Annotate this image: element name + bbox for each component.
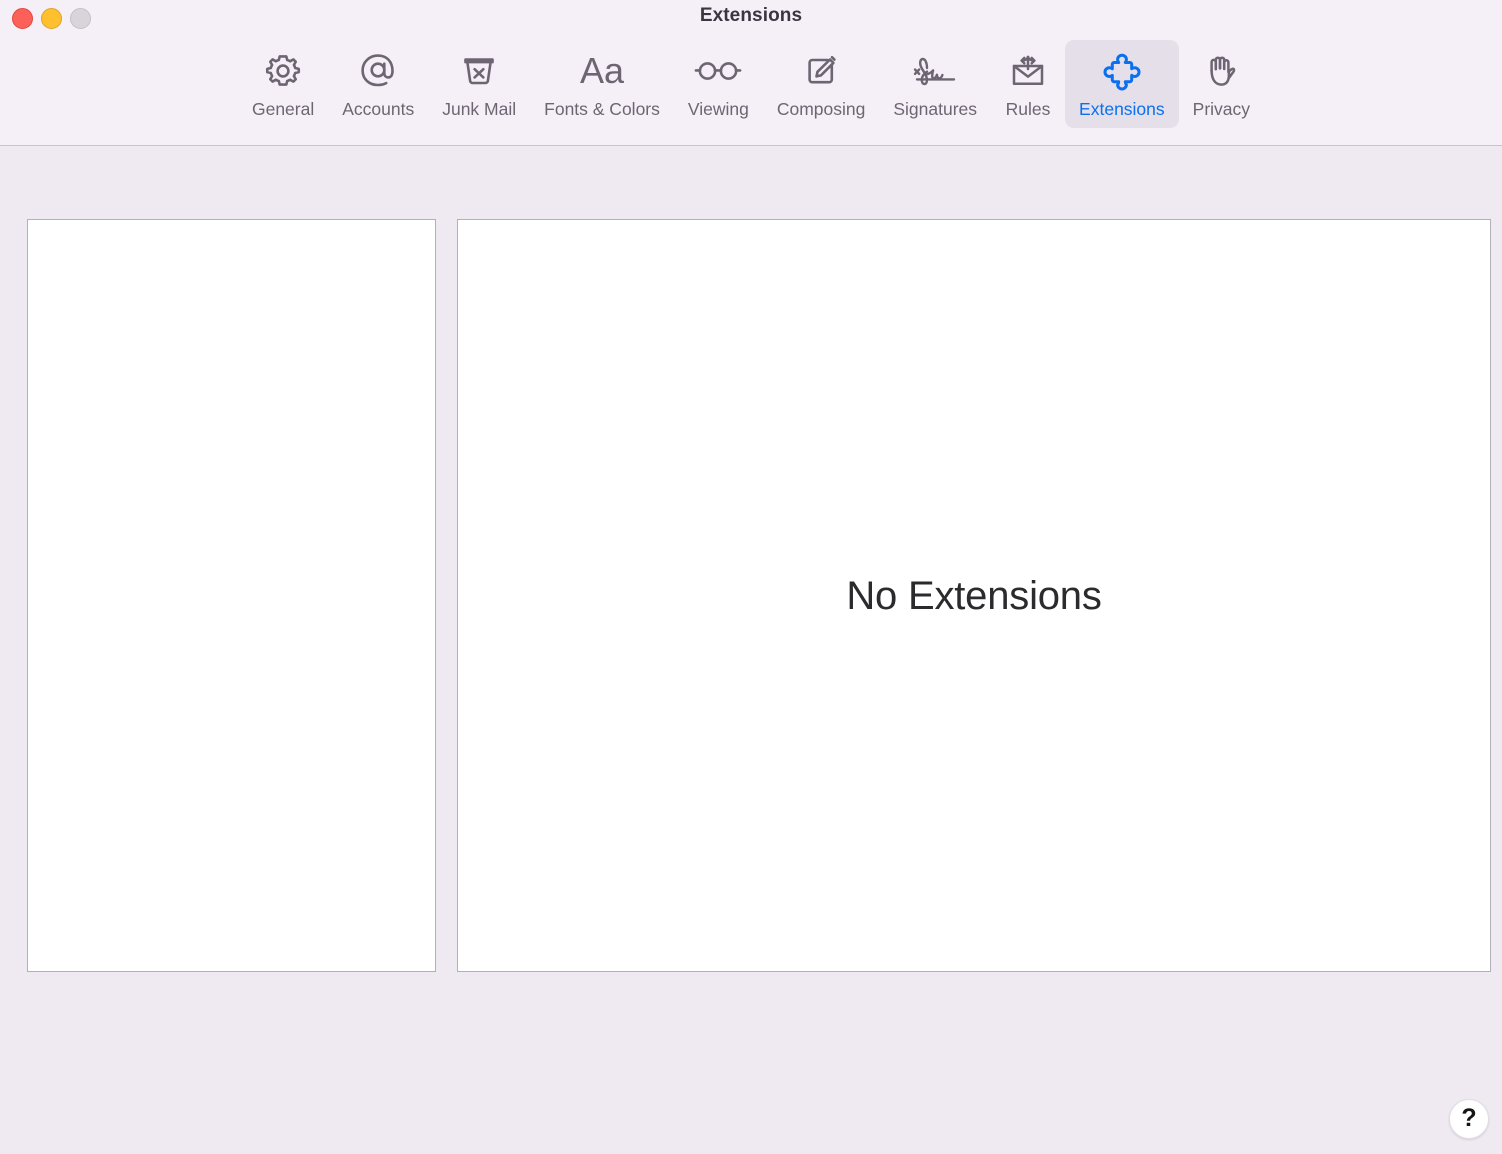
tab-composing-label: Composing bbox=[776, 99, 866, 119]
help-button[interactable]: ? bbox=[1449, 1099, 1489, 1139]
tab-accounts-label: Accounts bbox=[342, 99, 415, 119]
gear-icon bbox=[261, 46, 305, 96]
tab-fonts-and-colors[interactable]: Aa Fonts & Colors bbox=[530, 40, 674, 128]
trash-x-icon bbox=[457, 46, 501, 96]
tab-general-label: General bbox=[251, 99, 315, 119]
eyeglasses-icon bbox=[690, 46, 746, 96]
aa-text-icon: Aa bbox=[570, 46, 634, 96]
tab-signatures[interactable]: Signatures bbox=[879, 40, 991, 128]
tab-fonts-and-colors-label: Fonts & Colors bbox=[544, 99, 660, 119]
puzzle-piece-icon bbox=[1099, 46, 1145, 96]
preferences-tab-bar: General Accounts Junk Mail Aa Fonts & Co… bbox=[0, 40, 1502, 140]
tab-signatures-label: Signatures bbox=[893, 99, 978, 119]
compose-pencil-icon bbox=[799, 46, 843, 96]
signature-icon bbox=[904, 46, 966, 96]
tab-viewing[interactable]: Viewing bbox=[674, 40, 763, 128]
tab-rules-label: Rules bbox=[1005, 99, 1051, 119]
raised-hand-icon bbox=[1199, 46, 1243, 96]
no-extensions-message: No Extensions bbox=[846, 573, 1102, 618]
extensions-list-panel[interactable] bbox=[27, 219, 436, 972]
tab-composing[interactable]: Composing bbox=[763, 40, 880, 128]
extension-detail-panel: No Extensions bbox=[457, 219, 1491, 972]
envelope-arrows-icon bbox=[1005, 46, 1051, 96]
tab-junk-mail[interactable]: Junk Mail bbox=[428, 40, 530, 128]
tab-rules[interactable]: Rules bbox=[991, 40, 1065, 128]
tab-junk-mail-label: Junk Mail bbox=[442, 99, 517, 119]
help-question-mark-icon: ? bbox=[1461, 1104, 1477, 1132]
tab-accounts[interactable]: Accounts bbox=[328, 40, 428, 128]
tab-privacy[interactable]: Privacy bbox=[1179, 40, 1264, 128]
at-sign-icon bbox=[355, 46, 401, 96]
svg-text:Aa: Aa bbox=[580, 50, 625, 91]
window-title: Extensions bbox=[699, 5, 803, 26]
tab-privacy-label: Privacy bbox=[1192, 99, 1251, 119]
tab-extensions-label: Extensions bbox=[1079, 99, 1165, 119]
tab-viewing-label: Viewing bbox=[687, 99, 749, 119]
tab-general[interactable]: General bbox=[238, 40, 328, 128]
tab-extensions[interactable]: Extensions bbox=[1065, 40, 1179, 128]
preferences-content: No Extensions ? bbox=[0, 146, 1502, 1154]
titlebar-toolbar: Extensions General Accounts Junk Mail Aa… bbox=[0, 0, 1502, 146]
preferences-window: Extensions General Accounts Junk Mail Aa… bbox=[0, 0, 1502, 1154]
